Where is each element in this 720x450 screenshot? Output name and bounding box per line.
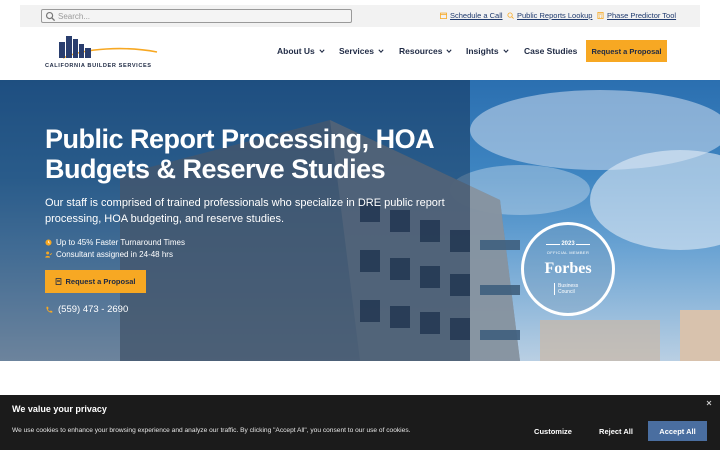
badge-council-line2: Council (558, 289, 575, 295)
search-doc-icon (507, 12, 514, 19)
forbes-council-badge: 2023 OFFICIAL MEMBER Forbes Business Cou… (521, 222, 615, 316)
search-input[interactable] (58, 10, 348, 22)
logo-building-2 (66, 36, 72, 58)
badge-year: 2023 (561, 241, 575, 247)
document-icon (56, 278, 62, 285)
chevron-down-icon (502, 49, 509, 54)
chevron-down-icon (446, 49, 453, 54)
search-icon (45, 11, 56, 22)
public-reports-link[interactable]: Public Reports Lookup (507, 11, 592, 20)
public-reports-label: Public Reports Lookup (517, 11, 593, 20)
chevron-down-icon (378, 49, 384, 54)
calculator-icon (597, 12, 604, 19)
badge-dash-right (576, 244, 590, 245)
badge-brand: Forbes (544, 260, 592, 277)
logo-building-4 (79, 44, 84, 58)
content-area (0, 361, 720, 395)
nav-resources[interactable]: Resources (399, 46, 453, 56)
phone-number: (559) 473 - 2690 (58, 304, 129, 315)
nav-services[interactable]: Services (339, 46, 384, 56)
hero-subtitle: Our staff is comprised of trained profes… (45, 197, 445, 225)
cookie-customize-button[interactable]: Customize (526, 421, 580, 441)
cookie-reject-button[interactable]: Reject All (590, 421, 642, 441)
schedule-call-link[interactable]: Schedule a Call (440, 11, 503, 20)
logo-building-1 (59, 42, 65, 58)
logo-building-3 (73, 39, 78, 58)
feature-consultant: Consultant assigned in 24-48 hrs (45, 250, 173, 259)
calendar-icon (440, 12, 447, 19)
phone-link[interactable]: (559) 473 - 2690 (45, 304, 128, 315)
hero-request-proposal-button[interactable]: Request a Proposal (45, 270, 146, 293)
close-icon[interactable] (704, 398, 714, 408)
badge-council: Business Council (554, 283, 594, 295)
request-proposal-button[interactable]: Request a Proposal (586, 40, 667, 62)
nav-insights-label: Insights (466, 46, 499, 56)
nav-case-studies-label: Case Studies (524, 46, 578, 56)
user-check-icon (45, 251, 52, 258)
cookie-title: We value your privacy (12, 404, 107, 414)
schedule-call-label: Schedule a Call (450, 11, 503, 20)
logo-wordmark: California Builder Services (45, 63, 152, 69)
hero-request-proposal-label: Request a Proposal (65, 277, 136, 286)
chevron-down-icon (319, 49, 325, 54)
feature-consultant-text: Consultant assigned in 24-48 hrs (56, 250, 173, 259)
phase-predictor-label: Phase Predictor Tool (607, 11, 677, 20)
phase-predictor-link[interactable]: Phase Predictor Tool (597, 11, 676, 20)
badge-member-text: OFFICIAL MEMBER (546, 250, 590, 255)
feature-turnaround-text: Up to 45% Faster Turnaround Times (56, 238, 185, 247)
nav-resources-label: Resources (399, 46, 443, 56)
cookie-text: We use cookies to enhance your browsing … (12, 427, 411, 434)
phone-icon (46, 306, 53, 313)
nav-about-us[interactable]: About Us (277, 46, 325, 56)
logo-building-5 (85, 48, 91, 58)
nav-insights[interactable]: Insights (466, 46, 509, 56)
feature-turnaround: Up to 45% Faster Turnaround Times (45, 238, 185, 247)
nav-case-studies[interactable]: Case Studies (524, 46, 577, 56)
nav-about-us-label: About Us (277, 46, 315, 56)
nav-services-label: Services (339, 46, 374, 56)
clock-icon (45, 239, 52, 246)
cookie-accept-button[interactable]: Accept All (648, 421, 707, 441)
search-box[interactable] (41, 9, 352, 23)
hero-title: Public Report Processing, HOA Budgets & … (45, 124, 434, 184)
